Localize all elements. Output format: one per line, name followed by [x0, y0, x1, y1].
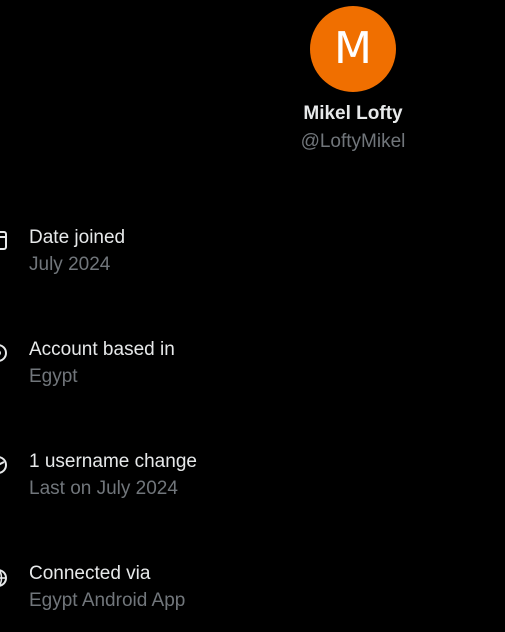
info-row-date-joined: Date joined July 2024: [0, 227, 505, 287]
globe-icon: [0, 565, 7, 587]
profile-header: M Mikel Lofty @LoftyMikel: [0, 0, 505, 170]
username-change-icon: [0, 453, 7, 475]
row-subtitle: Egypt Android App: [29, 590, 186, 611]
row-title: Account based in: [29, 339, 175, 360]
row-subtitle: Egypt: [29, 366, 78, 387]
row-subtitle: Last on July 2024: [29, 478, 178, 499]
info-row-account-based-in: Account based in Egypt: [0, 339, 505, 399]
row-title: 1 username change: [29, 451, 197, 472]
avatar-initial: M: [334, 23, 372, 74]
location-icon: [0, 341, 7, 363]
info-row-username-change: 1 username change Last on July 2024: [0, 451, 505, 511]
row-subtitle: July 2024: [29, 254, 111, 275]
display-name: Mikel Lofty: [303, 103, 403, 124]
avatar[interactable]: M: [310, 6, 396, 92]
calendar-icon: [0, 229, 7, 251]
row-title: Date joined: [29, 227, 126, 248]
row-title: Connected via: [29, 563, 151, 584]
username-handle: @LoftyMikel: [300, 131, 406, 152]
info-row-connected-via: Connected via Egypt Android App: [0, 563, 505, 623]
